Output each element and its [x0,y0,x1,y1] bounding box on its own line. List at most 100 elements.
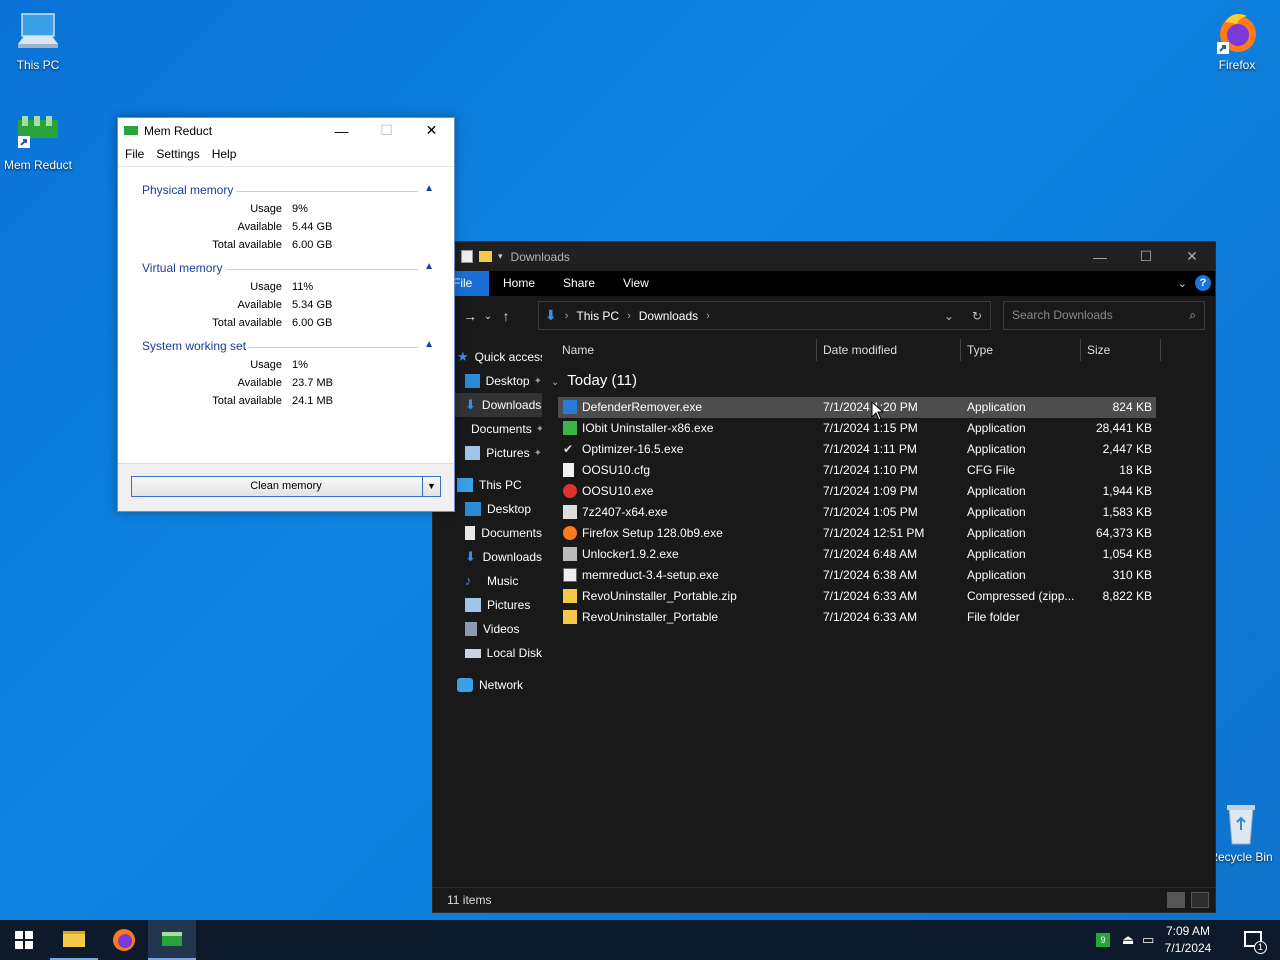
memory-stat-row: Total available 24.1 MB [118,395,454,411]
nav-music[interactable]: ♪ Music [433,569,542,593]
new-folder-icon[interactable] [479,251,492,262]
address-row: ← → ⌄ ↑ ⬇ › This PC › Downloads › ⌄ ↻ Se… [433,296,1215,336]
mem-reduct-tray-icon[interactable]: 9 [1096,933,1110,947]
chevron-down-icon[interactable]: ▼ [422,477,440,496]
file-type: Application [967,400,1026,414]
memory-stat-row: Usage 1% [118,359,454,375]
address-bar[interactable]: ⬇ › This PC › Downloads › ⌄ ↻ [538,301,991,330]
desktop-folder-icon [465,502,481,516]
installer-icon [563,568,577,582]
file-size: 2,447 KB [1102,442,1152,456]
network-icon[interactable]: ▭ [1142,932,1154,948]
desktop-icon-this-pc[interactable]: This PC [0,8,76,72]
file-row[interactable]: IObit Uninstaller-x86.exe 7/1/2024 1:15 P… [558,418,1156,439]
collapse-group-icon[interactable]: ▲ [424,183,434,194]
recycle-bin-icon [1217,800,1265,848]
maximize-button: ☐ [380,122,393,138]
tab-view[interactable]: View [609,271,663,296]
memory-stat-row: Total available 6.00 GB [118,239,454,255]
nav-network[interactable]: Network [433,673,542,697]
column-header-type[interactable]: Type [967,343,993,357]
file-row[interactable]: RevoUninstaller_Portable.zip 7/1/2024 6:3… [558,586,1156,607]
file-row[interactable]: DefenderRemover.exe 7/1/2024 1:20 PM Appli… [558,397,1156,418]
up-button[interactable]: ↑ [495,308,517,324]
menu-help[interactable]: Help [212,147,237,161]
column-header-date[interactable]: Date modified [823,343,897,357]
tab-share[interactable]: Share [549,271,609,296]
usb-icon[interactable]: ⏏ [1122,932,1134,948]
nav-pictures[interactable]: Pictures [433,593,542,617]
mem-reduct-window: Mem Reduct — ☐ ✕ File Settings Help Phys… [117,117,455,512]
start-button[interactable] [0,920,48,960]
firefox-icon [1213,8,1261,56]
windows-logo-icon [15,931,33,949]
desktop-icon-label: This PC [16,58,60,72]
clock[interactable]: 7:09 AM 7/1/2024 [1158,923,1218,957]
file-row[interactable]: Unlocker1.9.2.exe 7/1/2024 6:48 AM Applica… [558,544,1156,565]
clock-date: 7/1/2024 [1164,941,1212,955]
file-row[interactable]: ✔ Optimizer-16.5.exe 7/1/2024 1:11 PM Appli… [558,439,1156,460]
clean-memory-button[interactable]: Clean memory ▼ [131,476,441,497]
taskbar-file-explorer[interactable] [50,920,98,960]
tab-home[interactable]: Home [489,271,549,296]
recent-locations-button[interactable]: ⌄ [481,311,495,322]
menu-file[interactable]: File [125,147,144,161]
maximize-button[interactable]: ☐ [1123,242,1169,271]
close-button[interactable]: ✕ [1169,242,1215,271]
mem-reduct-icon [162,932,182,946]
mem-reduct-footer: Clean memory ▼ [118,463,454,511]
file-name: memreduct-3.4-setup.exe [582,568,719,582]
large-icons-view-button[interactable] [1191,892,1209,908]
group-header[interactable]: ⌄ Today (11) [551,372,637,389]
taskbar-firefox[interactable] [100,920,148,960]
nav-videos[interactable]: Videos [433,617,542,641]
file-name: IObit Uninstaller-x86.exe [582,421,714,435]
menu-settings[interactable]: Settings [156,147,199,161]
file-row[interactable]: Firefox Setup 128.0b9.exe 7/1/2024 12:51 … [558,523,1156,544]
properties-icon[interactable] [461,250,473,263]
nav-downloads[interactable]: ⬇ Downloads [433,545,542,569]
file-size: 28,441 KB [1095,421,1152,435]
file-row[interactable]: 7z2407-x64.exe 7/1/2024 1:05 PM Applicatio… [558,502,1156,523]
file-type: Compressed (zipp... [967,589,1075,603]
file-row[interactable]: RevoUninstaller_Portable 7/1/2024 6:33 AM… [558,607,1156,628]
explorer-titlebar[interactable]: ▾ Downloads — ☐ ✕ [433,242,1215,271]
address-dropdown-icon[interactable]: ⌄ [944,309,954,323]
help-icon[interactable]: ? [1195,275,1211,291]
memory-stat-value: 5.44 GB [292,221,333,233]
file-date-modified: 7/1/2024 1:09 PM [823,484,918,498]
minimize-button[interactable]: — [319,118,364,143]
nav-documents[interactable]: Documents [433,521,542,545]
details-view-button[interactable] [1167,892,1185,908]
desktop-icon-mem-reduct[interactable]: Mem Reduct [0,108,76,172]
file-row[interactable]: OOSU10.exe 7/1/2024 1:09 PM Application 1,9… [558,481,1156,502]
memory-info-panel: Physical memory ▲ Usage 9% Available 5.44 GB T… [118,166,454,464]
column-header-size[interactable]: Size [1087,343,1110,357]
file-type: Application [967,505,1026,519]
pictures-folder-icon [465,598,481,612]
search-input[interactable]: Search Downloads ⌕ [1003,301,1205,330]
breadcrumb-downloads[interactable]: Downloads [639,309,698,323]
minimize-button[interactable]: — [1077,242,1123,271]
taskbar: 9 ⏏ ▭ 7:09 AM 7/1/2024 1 [0,920,1280,960]
file-type: Application [967,547,1026,561]
memory-stat-label: Usage [250,281,282,293]
file-row[interactable]: OOSU10.cfg 7/1/2024 1:10 PM CFG File 18 KB [558,460,1156,481]
collapse-group-icon[interactable]: ▲ [424,261,434,272]
column-header-name[interactable]: Name [562,343,594,357]
chevron-down-icon[interactable]: ▾ [498,251,503,262]
taskbar-mem-reduct[interactable] [148,920,196,960]
nav-local-disk[interactable]: Local Disk [433,641,542,665]
breadcrumb-this-pc[interactable]: This PC [576,309,619,323]
mem-reduct-titlebar[interactable]: Mem Reduct — ☐ ✕ [118,118,454,143]
forward-button[interactable]: → [459,308,481,324]
file-row[interactable]: memreduct-3.4-setup.exe 7/1/2024 6:38 AM A… [558,565,1156,586]
close-button[interactable]: ✕ [409,118,454,143]
collapse-group-icon[interactable]: ▲ [424,339,434,350]
refresh-icon[interactable]: ↻ [972,309,982,323]
desktop-icon-firefox[interactable]: Firefox [1199,8,1275,72]
notification-count-badge: 1 [1254,941,1267,954]
file-name: DefenderRemover.exe [582,400,703,414]
memory-stat-label: Available [237,299,282,311]
expand-ribbon-icon[interactable]: ⌄ [1178,277,1187,290]
